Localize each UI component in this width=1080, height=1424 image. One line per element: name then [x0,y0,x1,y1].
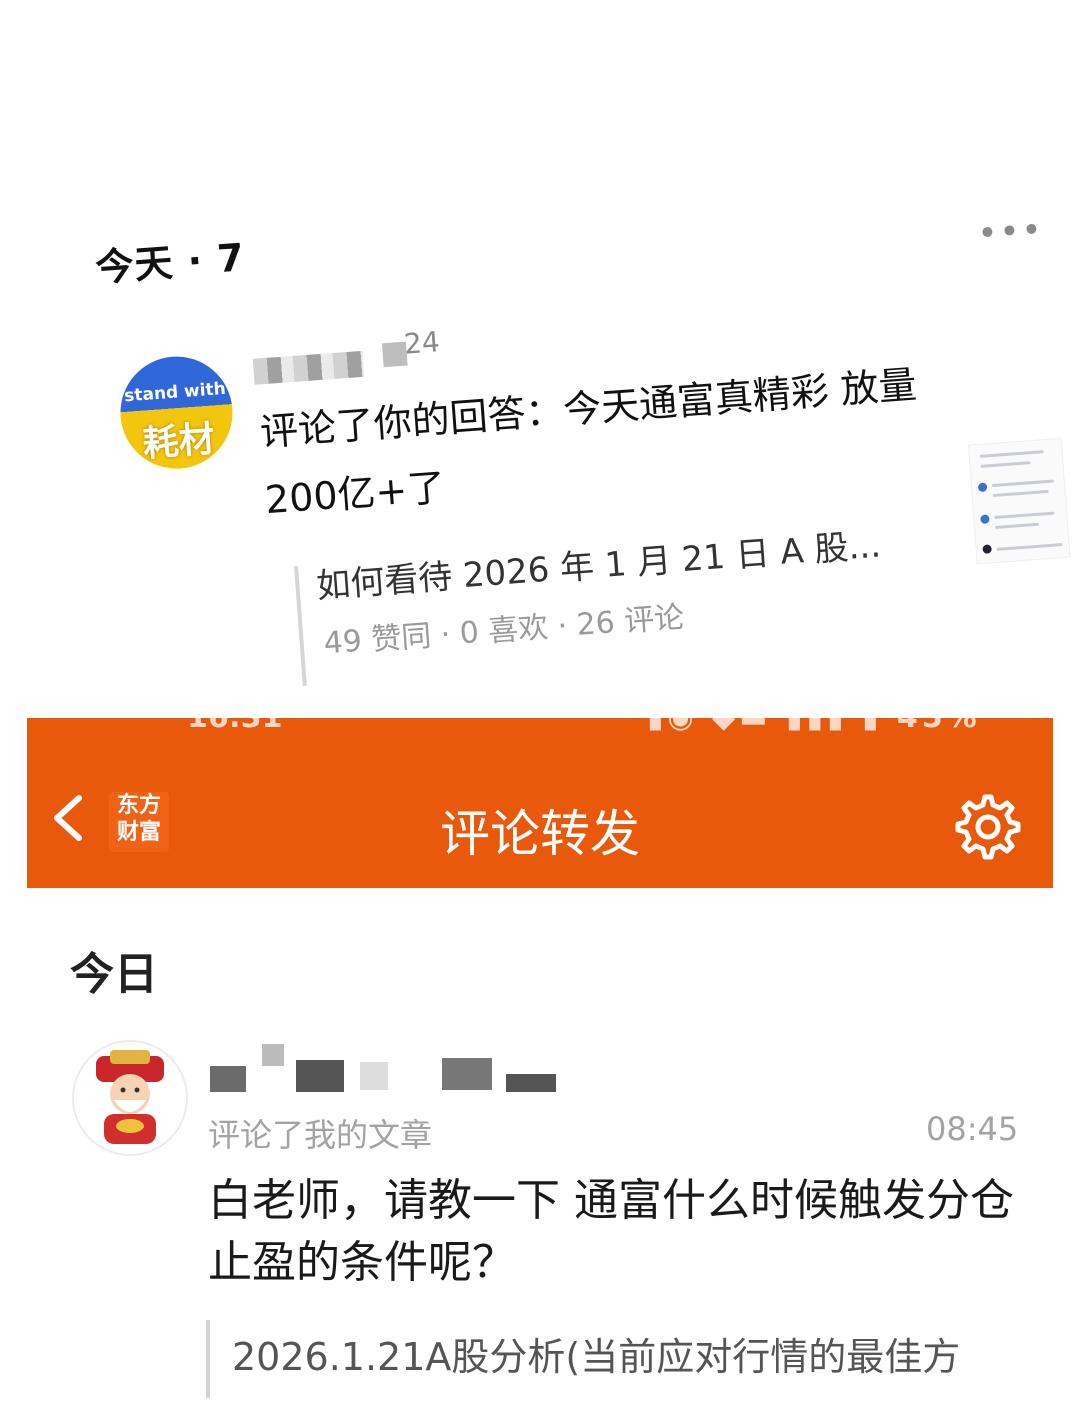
comment-text[interactable]: 白老师，请教一下 通富什么时候触发分仓止盈的条件呢？ [208,1170,1028,1294]
action-label: 评论了我的文章 [208,1116,433,1154]
timestamp: 24 [402,325,441,361]
badge-text-bottom: 耗材 [141,418,217,466]
top-content: 今天 · 7 ••• stand with 耗材 24 评论了你的回答：今天通富… [0,0,1080,715]
section-label-today: 今日 [70,949,158,1000]
thumb-line [980,461,1031,468]
thumb-avatar-dot [982,544,992,554]
thumb-line [992,489,1049,498]
thumb-avatar-dot [977,482,988,493]
thumb-line [994,522,1040,529]
more-horizontal-icon[interactable]: ••• [976,210,1045,255]
gear-icon[interactable] [953,792,1023,862]
day-label: 今天 · 7 [94,235,247,291]
app-header: 东方 财富 评论转发 [27,736,1053,888]
notification-time: 08:45 [926,1110,1019,1148]
quote-divider [206,1320,210,1398]
quoted-article-title[interactable]: 2026.1.21A股分析(当前应对行情的最佳方 [232,1326,960,1381]
user-avatar-badge[interactable]: stand with 耗材 [116,352,237,473]
thumb-line [991,479,1054,488]
fortune-god-avatar-icon [96,1050,164,1144]
comment-text[interactable]: 评论了你的回答：今天通富真精彩 放量200亿+了 [258,346,986,534]
blurred-commenter-name [210,1040,560,1092]
thumb-line [994,511,1055,519]
quoted-question-title[interactable]: 如何看待 2026 年 1 月 21 日 A 股... [315,517,883,607]
quote-divider [294,566,307,687]
answer-thumbnail[interactable] [967,437,1071,565]
status-bar-fragment: 16:31 ▮◉ ◆▬ ▮▮▮ ▮ 45% [27,718,1053,736]
commenter-avatar[interactable] [72,1040,188,1156]
badge-text-top: stand with [123,378,227,407]
thumb-line [996,543,1063,551]
top-screenshot: 今天 · 7 ••• stand with 耗材 24 评论了你的回答：今天通富… [0,0,1080,715]
page-title: 评论转发 [440,805,640,863]
blurred-username [252,350,365,385]
thumb-line [979,450,1044,458]
thumb-avatar-dot [980,514,990,524]
